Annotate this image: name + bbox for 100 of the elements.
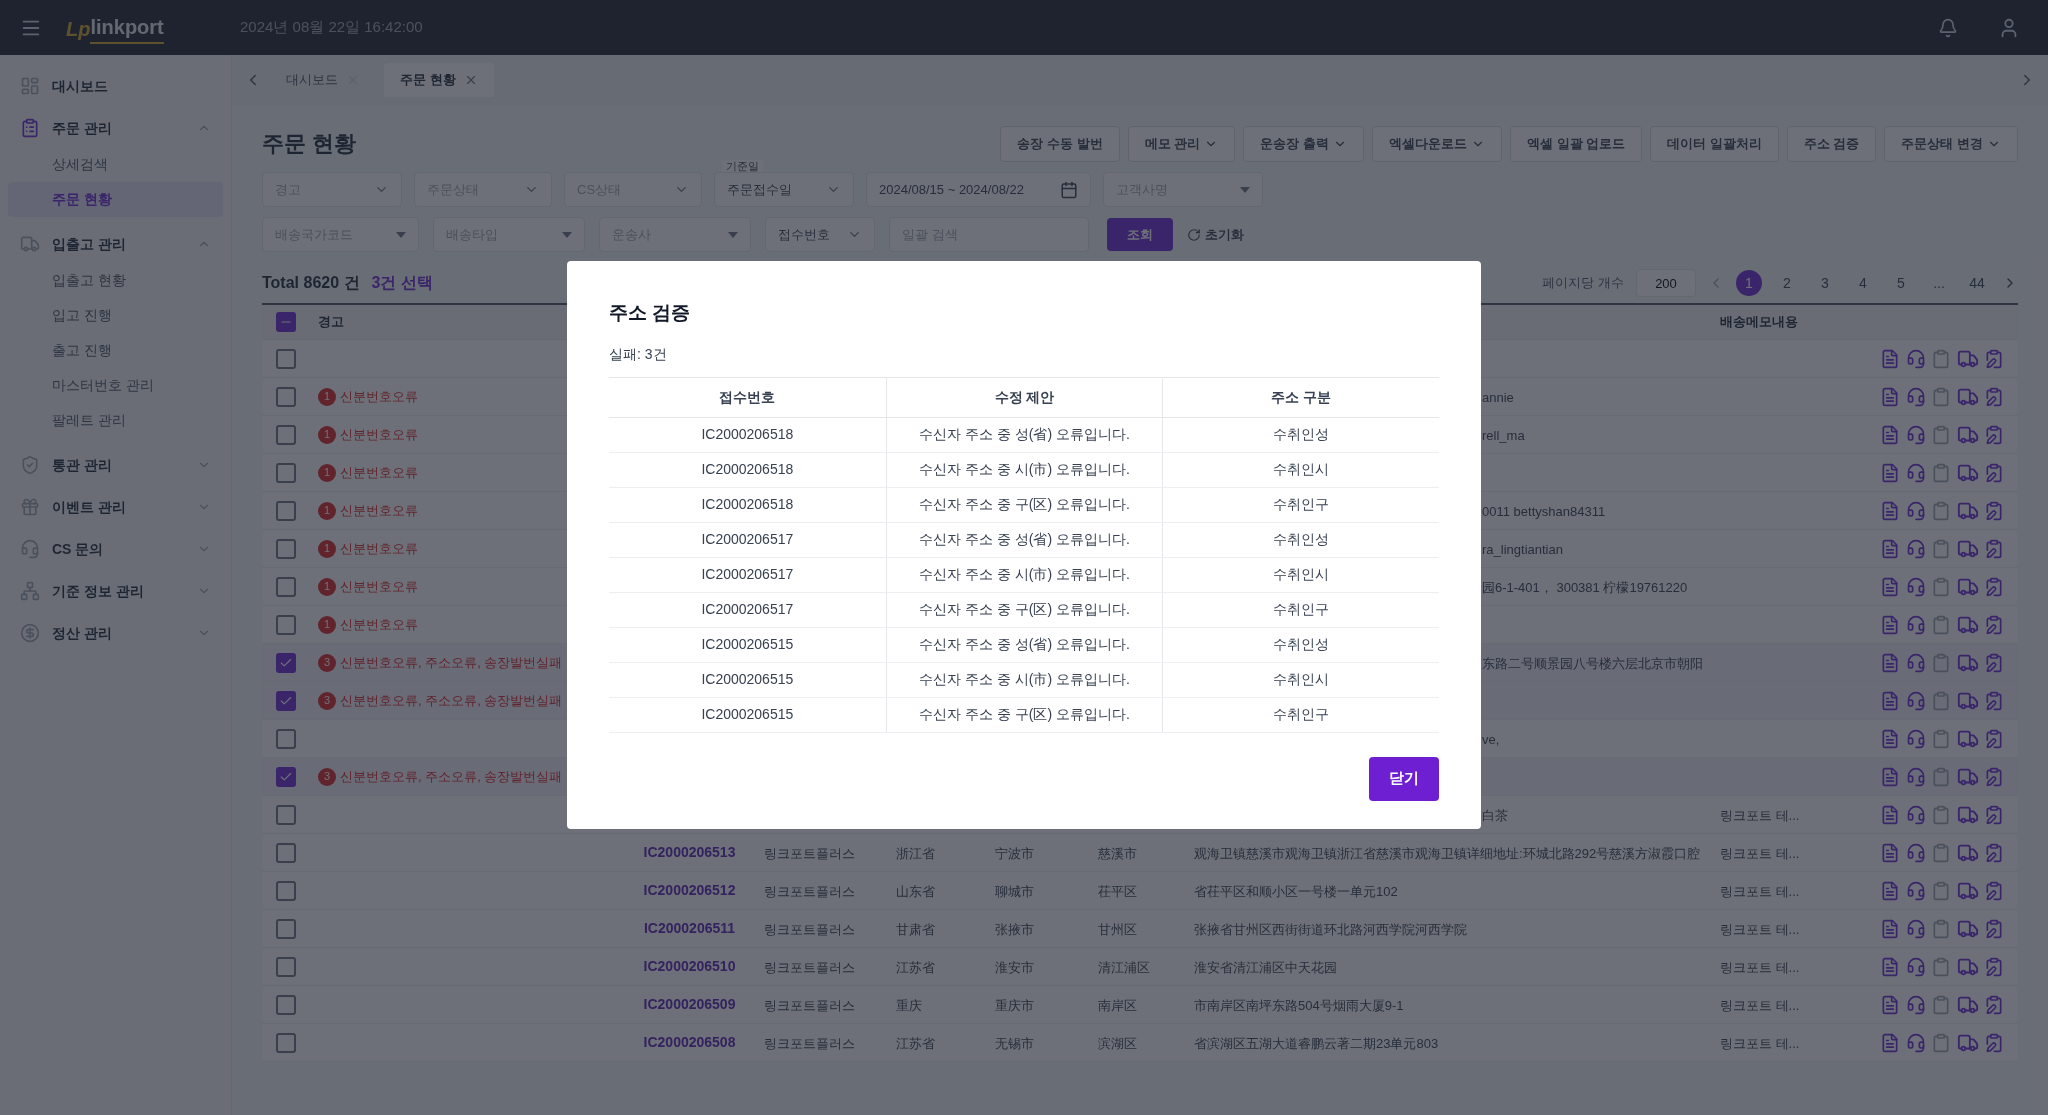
clipboard-icon[interactable] — [1931, 804, 1951, 825]
clipboard-icon[interactable] — [1931, 386, 1951, 407]
clipboard-icon[interactable] — [1931, 690, 1951, 711]
document-icon[interactable] — [1880, 576, 1900, 597]
toolbar-button[interactable]: 엑셀 일괄 업로드 — [1509, 125, 1643, 162]
reset-button[interactable]: 초기화 — [1187, 218, 1244, 251]
edit-icon[interactable] — [1984, 348, 2004, 369]
sidebar-item[interactable]: 정산 관리 — [8, 618, 223, 648]
edit-icon[interactable] — [1984, 1032, 2004, 1053]
checkbox[interactable] — [276, 538, 296, 559]
headset-icon[interactable] — [1905, 614, 1926, 635]
headset-icon[interactable] — [1905, 576, 1926, 597]
checkbox[interactable] — [276, 766, 296, 787]
headset-icon[interactable] — [1905, 690, 1926, 711]
clipboard-icon[interactable] — [1931, 538, 1951, 559]
document-icon[interactable] — [1880, 424, 1900, 445]
edit-icon[interactable] — [1984, 462, 2004, 483]
headset-icon[interactable] — [1905, 1032, 1926, 1053]
checkbox[interactable] — [276, 918, 296, 939]
clipboard-icon[interactable] — [1931, 728, 1951, 749]
edit-icon[interactable] — [1984, 728, 2004, 749]
checkbox[interactable] — [276, 500, 296, 521]
sidebar-item[interactable]: 이벤트 관리 — [8, 492, 223, 522]
clipboard-icon[interactable] — [1931, 842, 1951, 863]
sidebar-item[interactable]: 기준 정보 관리 — [8, 576, 223, 606]
edit-icon[interactable] — [1984, 766, 2004, 787]
select-field[interactable]: 주문접수일 — [714, 172, 854, 207]
document-icon[interactable] — [1880, 614, 1900, 635]
sidebar-subitem[interactable]: 입고 진행 — [8, 298, 223, 333]
document-icon[interactable] — [1880, 880, 1900, 901]
edit-icon[interactable] — [1984, 576, 2004, 597]
page-link[interactable]: 44 — [1964, 270, 1990, 296]
edit-icon[interactable] — [1984, 424, 2004, 445]
date-field[interactable]: 2024/08/15 ~ 2024/08/22 — [866, 172, 1091, 207]
headset-icon[interactable] — [1905, 652, 1926, 673]
toolbar-button[interactable]: 주문상태 변경 — [1884, 125, 2018, 162]
checkbox[interactable] — [276, 880, 296, 901]
tab[interactable]: 주문 현황 — [384, 63, 494, 97]
document-icon[interactable] — [1880, 1032, 1900, 1053]
edit-icon[interactable] — [1984, 690, 2004, 711]
checkbox[interactable] — [276, 956, 296, 977]
tab[interactable]: 대시보드 — [270, 63, 376, 97]
document-icon[interactable] — [1880, 500, 1900, 521]
sidebar-item[interactable]: 입출고 관리 — [8, 229, 223, 259]
checkbox[interactable] — [276, 576, 296, 597]
checkbox[interactable] — [276, 386, 296, 407]
clipboard-icon[interactable] — [1931, 766, 1951, 787]
headset-icon[interactable] — [1905, 766, 1926, 787]
page-size-field[interactable]: 200 — [1636, 269, 1696, 297]
receipt-number-link[interactable]: IC2000206513 — [643, 842, 736, 863]
checkbox[interactable] — [276, 614, 296, 635]
edit-icon[interactable] — [1984, 994, 2004, 1015]
document-icon[interactable] — [1880, 766, 1900, 787]
page-link[interactable]: ... — [1926, 270, 1952, 296]
headset-icon[interactable] — [1905, 842, 1926, 863]
headset-icon[interactable] — [1905, 348, 1926, 369]
checkbox[interactable] — [276, 462, 296, 483]
edit-icon[interactable] — [1984, 918, 2004, 939]
checkbox[interactable] — [276, 690, 296, 711]
page-link[interactable]: 2 — [1774, 270, 1800, 296]
clipboard-icon[interactable] — [1931, 1032, 1951, 1053]
edit-icon[interactable] — [1984, 538, 2004, 559]
sidebar-item[interactable]: 통관 관리 — [8, 450, 223, 480]
edit-icon[interactable] — [1984, 500, 2004, 521]
search-button[interactable]: 조회 — [1107, 218, 1173, 251]
toolbar-button[interactable]: 엑셀다운로드 — [1371, 125, 1502, 162]
edit-icon[interactable] — [1984, 614, 2004, 635]
sidebar-subitem[interactable]: 팔레트 관리 — [8, 403, 223, 438]
checkbox[interactable] — [276, 728, 296, 749]
sidebar-item[interactable]: 주문 관리 — [8, 113, 223, 143]
receipt-number-link[interactable]: IC2000206512 — [643, 880, 736, 901]
document-icon[interactable] — [1880, 348, 1900, 369]
checkbox[interactable] — [276, 348, 296, 369]
select-field[interactable]: 접수번호 — [765, 217, 875, 252]
receipt-number-link[interactable]: IC2000206508 — [643, 1032, 736, 1053]
document-icon[interactable] — [1880, 690, 1900, 711]
document-icon[interactable] — [1880, 804, 1900, 825]
receipt-number-link[interactable]: IC2000206511 — [643, 918, 736, 939]
edit-icon[interactable] — [1984, 804, 2004, 825]
close-button[interactable]: 닫기 — [1369, 756, 1439, 801]
headset-icon[interactable] — [1905, 880, 1926, 901]
headset-icon[interactable] — [1905, 424, 1926, 445]
headset-icon[interactable] — [1905, 804, 1926, 825]
clipboard-icon[interactable] — [1931, 956, 1951, 977]
document-icon[interactable] — [1880, 728, 1900, 749]
sidebar-subitem[interactable]: 출고 진행 — [8, 333, 223, 368]
clipboard-icon[interactable] — [1931, 348, 1951, 369]
headset-icon[interactable] — [1905, 956, 1926, 977]
clipboard-icon[interactable] — [1931, 614, 1951, 635]
clipboard-icon[interactable] — [1931, 880, 1951, 901]
clipboard-icon[interactable] — [1931, 994, 1951, 1015]
toolbar-button[interactable]: 메모 관리 — [1127, 125, 1236, 162]
sidebar-subitem[interactable]: 상세검색 — [8, 147, 223, 182]
document-icon[interactable] — [1880, 956, 1900, 977]
document-icon[interactable] — [1880, 842, 1900, 863]
document-icon[interactable] — [1880, 652, 1900, 673]
bell-icon[interactable] — [1938, 17, 1958, 38]
sidebar-item[interactable]: 대시보드 — [8, 71, 223, 101]
sidebar-subitem[interactable]: 입출고 현황 — [8, 263, 223, 298]
toolbar-button[interactable]: 주소 검증 — [1786, 125, 1877, 162]
